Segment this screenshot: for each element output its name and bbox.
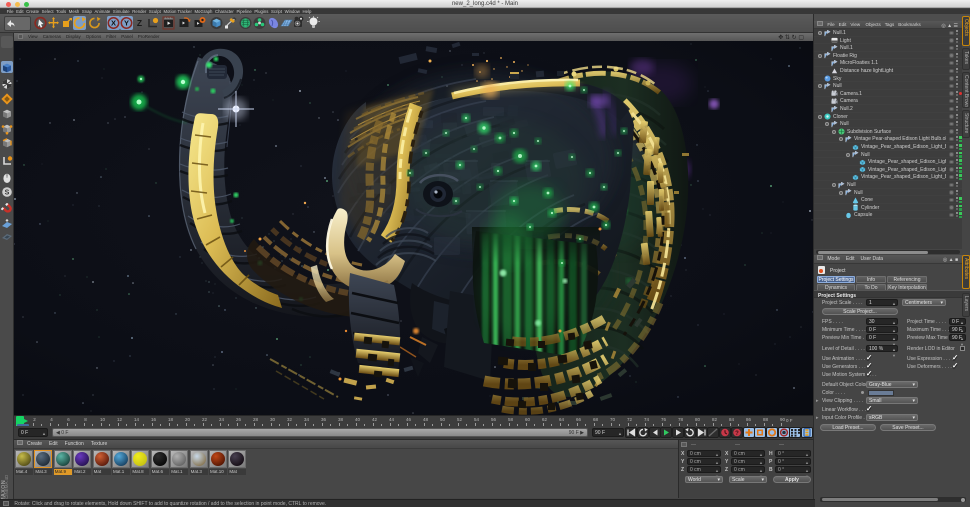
svg-text:Y: Y (124, 19, 129, 28)
svg-text:?: ? (735, 431, 739, 437)
svg-text:Z: Z (137, 18, 142, 28)
svg-text:X: X (111, 19, 116, 28)
svg-text:S: S (5, 190, 10, 197)
